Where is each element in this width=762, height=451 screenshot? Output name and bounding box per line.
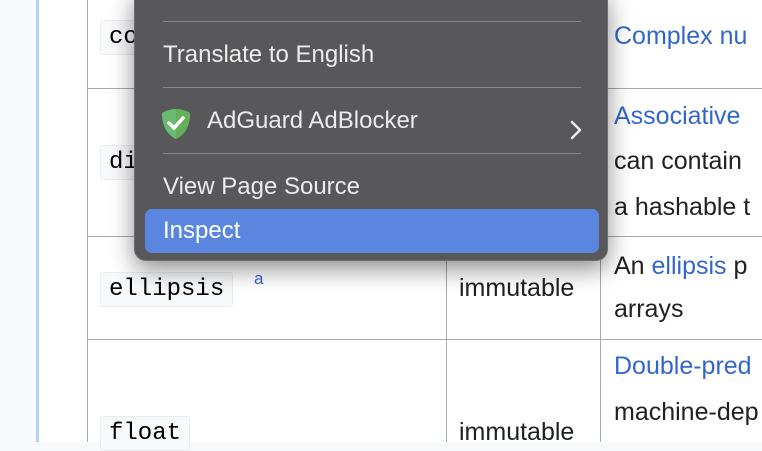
menu-item-translate[interactable]: Translate to English [145, 33, 599, 77]
menu-item-label: Inspect [163, 217, 241, 244]
chevron-right-icon [569, 111, 583, 140]
type-name-code: float [100, 416, 191, 451]
description-link[interactable]: Complex nu [614, 22, 747, 51]
menu-item-label: AdGuard AdBlocker [207, 107, 418, 134]
menu-separator [163, 21, 581, 22]
description-prefix: An [614, 252, 652, 280]
menu-item-inspect[interactable]: Inspect [145, 209, 599, 253]
menu-item-label: View Page Source [163, 173, 361, 200]
menu-separator [163, 87, 581, 88]
adguard-shield-icon [161, 108, 191, 140]
table-border-left [87, 0, 88, 442]
menu-item-label: Translate to English [163, 41, 375, 68]
menu-separator [163, 153, 581, 154]
type-name-code: ellipsis [100, 272, 234, 307]
description-link[interactable]: Associative [614, 102, 740, 131]
description-suffix: p [726, 252, 748, 280]
context-menu-item-partial[interactable] [145, 0, 599, 3]
footnote-superscript-link[interactable]: a [254, 269, 263, 289]
ellipsis-link[interactable]: ellipsis [652, 252, 727, 280]
description-text: machine-dep [614, 398, 759, 426]
description-text: a hashable t [614, 193, 751, 221]
table-row-divider [87, 339, 762, 340]
menu-item-view-source[interactable]: View Page Source [145, 165, 599, 209]
description-link[interactable]: Double-pred [614, 352, 752, 381]
content-border [36, 0, 38, 442]
description-text: An ellipsis p [614, 252, 747, 281]
description-text: can contain [614, 147, 742, 175]
menu-item-adguard[interactable]: AdGuard AdBlocker [145, 99, 599, 143]
mutability-text: immutable [459, 274, 575, 302]
context-menu: Translate to English AdGuard AdBlocker V… [134, 0, 608, 261]
description-text: arrays [614, 295, 684, 323]
mutability-text: immutable [459, 418, 575, 446]
